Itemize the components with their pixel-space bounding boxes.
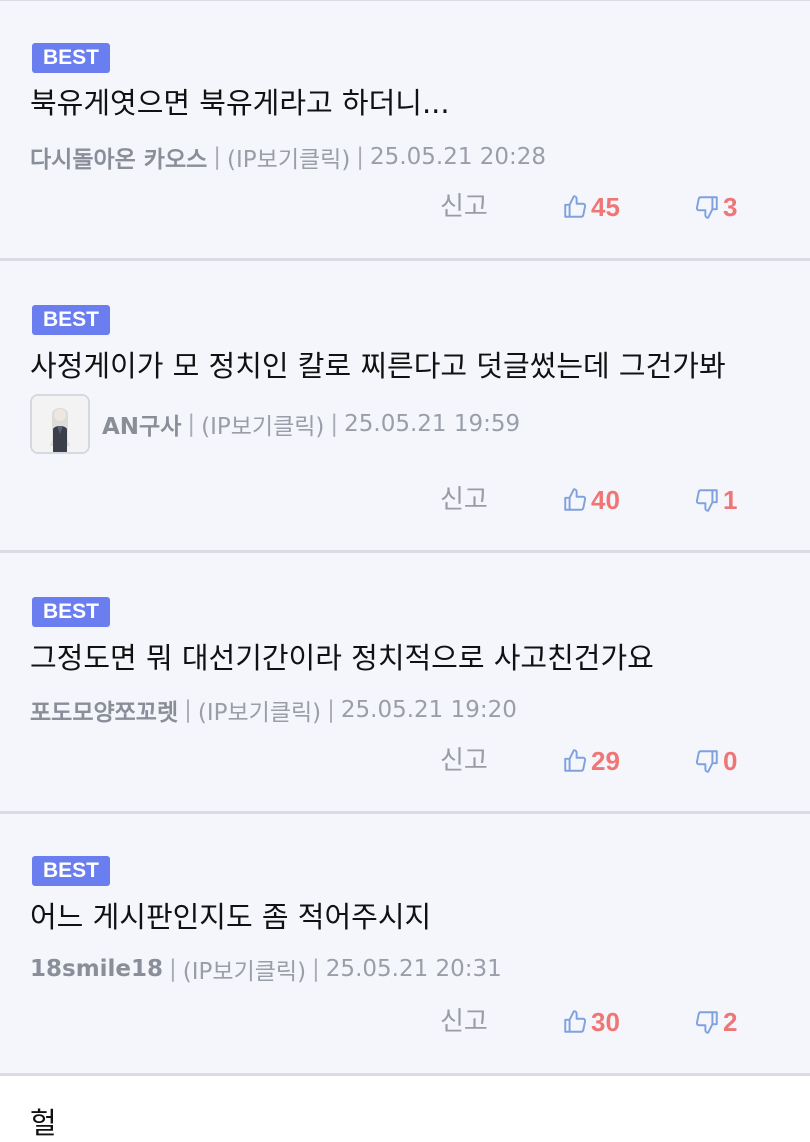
comment-item: BEST 그정도면 뭐 대선기간이라 정치적으로 사고친건가요 포도모양쪼꼬렛 …: [0, 553, 810, 814]
comment-text: 어느 게시판인지도 좀 적어주시지: [30, 900, 432, 934]
report-button[interactable]: 신고: [440, 187, 488, 227]
thumbs-down-icon: [695, 1011, 718, 1034]
comment-meta: AN구사 | (IP보기클릭) | 25.05.21 19:59: [30, 394, 520, 454]
report-button[interactable]: 신고: [440, 741, 488, 781]
comment-actions: 신고 45 3: [0, 187, 810, 227]
dislike-button[interactable]: 2: [694, 1002, 737, 1042]
comment-actions: 신고 29 0: [0, 741, 810, 781]
ip-link[interactable]: (IP보기클릭): [227, 140, 350, 174]
comment-item: BEST 어느 게시판인지도 좀 적어주시지 18smile18 | (IP보기…: [0, 814, 810, 1076]
like-count: 45: [591, 191, 620, 222]
comment-text: 사정게이가 모 정치인 칼로 찌른다고 덧글썼는데 그건가봐: [30, 349, 726, 383]
author-name[interactable]: 포도모양쪼꼬렛: [30, 693, 178, 727]
dislike-count: 2: [723, 1006, 738, 1037]
thumbs-down-icon: [695, 196, 718, 219]
comment-text: 그정도면 뭐 대선기간이라 정치적으로 사고친건가요: [30, 641, 654, 675]
thumbs-up-icon: [564, 195, 587, 218]
report-button[interactable]: 신고: [440, 480, 488, 520]
ip-link[interactable]: (IP보기클릭): [183, 952, 306, 986]
dislike-button[interactable]: 1: [694, 480, 737, 520]
thumbs-down-icon: [695, 489, 718, 512]
thumbs-up-icon: [564, 749, 587, 772]
meta-separator: |: [213, 144, 222, 170]
comment-date: 25.05.21 20:28: [370, 144, 547, 170]
author-name[interactable]: AN구사: [102, 407, 181, 441]
thumbs-up-icon: [564, 488, 587, 511]
thumbs-up-icon: [564, 1010, 587, 1033]
comment-meta: 포도모양쪼꼬렛 | (IP보기클릭) | 25.05.21 19:20: [30, 693, 517, 727]
author-name[interactable]: 다시돌아온 카오스: [30, 140, 207, 174]
author-name[interactable]: 18smile18: [30, 956, 163, 982]
like-count: 40: [591, 484, 620, 515]
ip-link[interactable]: (IP보기클릭): [201, 407, 324, 441]
comment-text: 북유게엿으면 북유게라고 하더니...: [30, 86, 450, 120]
best-badge: BEST: [32, 305, 111, 335]
like-button[interactable]: 40: [562, 480, 620, 520]
best-badge: BEST: [32, 43, 111, 73]
ip-link[interactable]: (IP보기클릭): [198, 693, 321, 727]
meta-separator: |: [184, 697, 192, 723]
comment-item: BEST 북유게엿으면 북유게라고 하더니... 다시돌아온 카오스 | (IP…: [0, 1, 810, 261]
meta-separator: |: [330, 411, 339, 437]
dislike-count: 3: [723, 191, 738, 222]
best-badge: BEST: [32, 597, 111, 627]
comment-meta: 다시돌아온 카오스 | (IP보기클릭) | 25.05.21 20:28: [30, 140, 546, 174]
comment-item: BEST 사정게이가 모 정치인 칼로 찌른다고 덧글썼는데 그건가봐 AN구사…: [0, 261, 810, 553]
meta-separator: |: [327, 697, 335, 723]
report-button[interactable]: 신고: [440, 1002, 488, 1042]
thumbs-down-icon: [695, 750, 718, 773]
meta-separator: |: [187, 411, 196, 437]
comment-actions: 신고 30 2: [0, 1002, 810, 1042]
meta-separator: |: [356, 144, 365, 170]
comment-actions: 신고 40 1: [0, 480, 810, 520]
dislike-button[interactable]: 0: [694, 741, 737, 781]
like-count: 29: [591, 745, 620, 776]
like-button[interactable]: 30: [562, 1002, 620, 1042]
comment-date: 25.05.21 19:20: [340, 697, 517, 723]
next-comment-text: 헐: [30, 1106, 57, 1140]
comment-meta: 18smile18 | (IP보기클릭) | 25.05.21 20:31: [30, 952, 502, 986]
comment-date: 25.05.21 19:59: [344, 411, 521, 437]
dislike-count: 0: [723, 745, 738, 776]
best-badge: BEST: [32, 856, 111, 886]
avatar-image: [32, 396, 88, 452]
meta-separator: |: [312, 956, 320, 982]
dislike-button[interactable]: 3: [694, 187, 737, 227]
dislike-count: 1: [723, 484, 738, 515]
like-button[interactable]: 29: [562, 741, 620, 781]
meta-separator: |: [169, 956, 177, 982]
comment-date: 25.05.21 20:31: [325, 956, 502, 982]
avatar[interactable]: [30, 394, 90, 454]
like-count: 30: [591, 1006, 620, 1037]
like-button[interactable]: 45: [562, 187, 620, 227]
